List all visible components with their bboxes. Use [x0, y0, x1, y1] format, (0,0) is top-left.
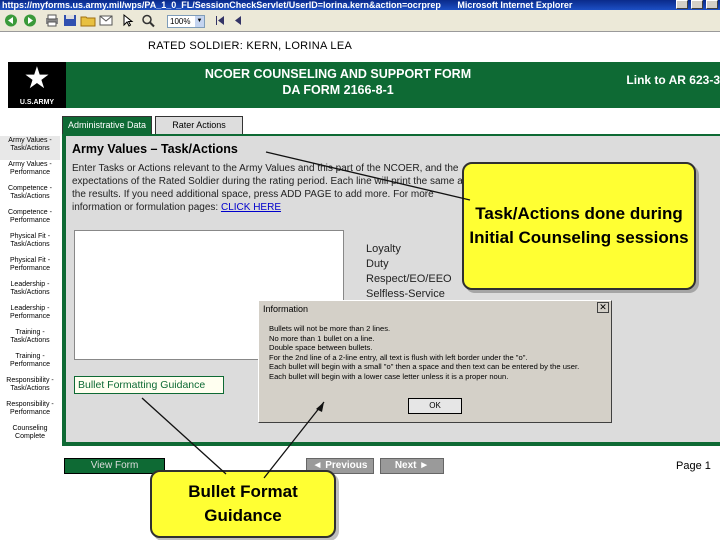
sidebar-item-label: Physical Fit - — [9, 233, 51, 240]
sidebar-item-sublabel: Task/Actions — [10, 145, 50, 152]
open-folder-icon[interactable] — [80, 13, 96, 28]
sidebar-item-training-task-actions[interactable]: Training - Task/Actions — [0, 328, 60, 352]
sidebar-item-label: Physical Fit - — [9, 257, 51, 264]
sidebar-item-leadership-performance[interactable]: Leadership - Performance — [0, 304, 60, 328]
dialog-line: Double space between bullets. — [269, 343, 373, 352]
information-dialog: Information ✕ Bullets will not be more t… — [258, 300, 612, 423]
pointer-tool-icon[interactable] — [120, 13, 136, 28]
dialog-line: No more than 1 bullet on a line. — [269, 333, 375, 343]
tab-administrative-data[interactable]: Administrative Data — [62, 116, 152, 135]
zoom-tool-icon[interactable] — [140, 13, 156, 28]
sidebar-item-army-values-task-actions[interactable]: Army Values - Task/Actions — [0, 136, 60, 160]
sidebar-item-counseling-complete[interactable]: Counseling Complete — [0, 424, 60, 448]
first-page-icon[interactable] — [212, 13, 228, 28]
sidebar-item-label: Leadership - — [10, 305, 50, 312]
sidebar-item-sublabel: Performance — [9, 361, 51, 368]
sidebar-item-sublabel: Performance — [9, 217, 51, 224]
dialog-title: Information — [260, 302, 610, 316]
ok-button[interactable]: OK — [408, 398, 462, 414]
dialog-line: For the 2nd line of a 2-line entry, all … — [269, 352, 528, 362]
sidebar-item-sublabel: Task/Actions — [10, 337, 50, 344]
next-button[interactable]: Next ► — [380, 458, 444, 474]
sidebar-item-label: Training - — [15, 353, 45, 360]
click-here-link[interactable]: CLICK HERE — [221, 202, 281, 213]
sidebar-item-label: Army Values - — [8, 161, 52, 168]
sidebar-item-physical-fit-task-actions[interactable]: Physical Fit - Task/Actions — [0, 232, 60, 256]
sidebar-item-sublabel: Performance — [9, 169, 51, 176]
sidebar-item-competence-task-actions[interactable]: Competence - Task/Actions — [0, 184, 60, 208]
minimize-button[interactable] — [676, 0, 688, 9]
sidebar-item-army-values-performance[interactable]: Army Values - Performance — [0, 160, 60, 184]
bullet-formatting-guidance-button[interactable]: Bullet Formatting Guidance — [74, 376, 224, 394]
sidebar-item-sublabel: Task/Actions — [10, 193, 50, 200]
task-actions-callout: Task/Actions done during Initial Counsel… — [462, 162, 696, 290]
callout-text: Bullet Format Guidance — [188, 482, 298, 525]
sidebar-item-label: Counseling — [12, 425, 48, 432]
save-icon[interactable] — [62, 13, 78, 28]
us-army-logo: ★ U.S.ARMY — [8, 62, 66, 108]
value-item: Duty — [366, 258, 389, 270]
link-to-ar[interactable]: Link to AR 623-3 — [626, 73, 720, 87]
sidebar-item-label: Competence - — [8, 209, 52, 216]
sidebar-item-sublabel: Performance — [9, 409, 51, 416]
email-icon[interactable] — [98, 13, 114, 28]
sidebar-item-sublabel: Performance — [9, 313, 51, 320]
sidebar-item-label: Responsibility - — [6, 377, 54, 384]
logo-text: U.S.ARMY — [19, 99, 55, 106]
sidebar-item-label: Training - — [15, 329, 45, 336]
previous-page-icon[interactable] — [230, 13, 246, 28]
army-values-list: Loyalty Duty Respect/EO/EEO Selfless-Ser… — [366, 242, 452, 302]
form-title-line1: NCOER COUNSELING AND SUPPORT FORM — [204, 67, 472, 81]
sidebar-item-responsibility-task-actions[interactable]: Responsibility - Task/Actions — [0, 376, 60, 400]
window-controls — [676, 0, 718, 9]
sidebar-item-sublabel: Task/Actions — [10, 241, 50, 248]
value-item: Loyalty — [366, 243, 401, 255]
zoom-value: 100% — [170, 17, 191, 26]
view-form-button[interactable]: View Form — [64, 458, 165, 474]
dialog-line: Bullets will not be more than 2 lines. — [269, 324, 391, 333]
print-icon[interactable] — [44, 13, 60, 28]
sidebar-item-label: Competence - — [8, 185, 52, 192]
page-indicator: Page 1 — [676, 460, 711, 472]
value-item: Respect/EO/EEO — [366, 273, 452, 285]
callout-text: Task/Actions done during Initial Counsel… — [469, 204, 689, 247]
dialog-body: Bullets will not be more than 2 lines. N… — [269, 324, 609, 381]
army-star-icon: ★ — [23, 62, 51, 95]
back-icon[interactable] — [3, 13, 19, 28]
browser-title-bar: https://myforms.us.army.mil/wps/PA_1_0_F… — [0, 0, 720, 10]
sidebar-item-sublabel: Performance — [9, 265, 51, 272]
chevron-down-icon[interactable]: ▼ — [195, 16, 204, 27]
screen: { "browser": { "url": "https://myforms.u… — [0, 0, 720, 540]
maximize-button[interactable] — [691, 0, 703, 9]
form-title-line2: DA FORM 2166-8-1 — [282, 83, 394, 97]
instructions-text: Enter Tasks or Actions relevant to the A… — [72, 162, 472, 214]
sidebar-item-sublabel: Task/Actions — [10, 289, 50, 296]
sidebar-item-label: Army Values - — [8, 137, 52, 144]
sidebar-item-physical-fit-performance[interactable]: Physical Fit - Performance — [0, 256, 60, 280]
form-header: ★ U.S.ARMY NCOER COUNSELING AND SUPPORT … — [8, 62, 720, 108]
browser-url: https://myforms.us.army.mil/wps/PA_1_0_F… — [2, 0, 441, 10]
dialog-line: Each bullet will begin with a small "o" … — [269, 362, 580, 371]
sidebar-item-competence-performance[interactable]: Competence - Performance — [0, 208, 60, 232]
form-title: NCOER COUNSELING AND SUPPORT FORM DA FOR… — [188, 66, 488, 98]
forward-icon[interactable] — [22, 13, 38, 28]
rated-soldier-label: RATED SOLDIER: KERN, LORINA LEA — [148, 40, 353, 52]
sidebar-item-training-performance[interactable]: Training - Performance — [0, 352, 60, 376]
zoom-select[interactable]: 100% ▼ — [167, 15, 205, 28]
sidebar-item-leadership-task-actions[interactable]: Leadership - Task/Actions — [0, 280, 60, 304]
tab-rater-actions[interactable]: Rater Actions — [155, 116, 243, 135]
sidebar-item-sublabel: Task/Actions — [10, 385, 50, 392]
browser-app-name: Microsoft Internet Explorer — [457, 0, 573, 10]
sidebar-item-label: Leadership - — [10, 281, 50, 288]
section-title: Army Values – Task/Actions — [72, 142, 238, 156]
close-window-button[interactable] — [706, 0, 718, 9]
sidebar-item-label: Responsibility - — [6, 401, 54, 408]
sidebar-item-responsibility-performance[interactable]: Responsibility - Performance — [0, 400, 60, 424]
sidebar-item-sublabel: Complete — [15, 433, 45, 440]
dialog-line: Each bullet will begin with a lower case… — [269, 371, 509, 381]
bullet-format-callout: Bullet Format Guidance — [150, 470, 336, 538]
close-icon[interactable]: ✕ — [597, 302, 609, 313]
browser-toolbar: 100% ▼ — [0, 10, 720, 32]
sidebar: Army Values - Task/Actions Army Values -P… — [0, 136, 60, 444]
